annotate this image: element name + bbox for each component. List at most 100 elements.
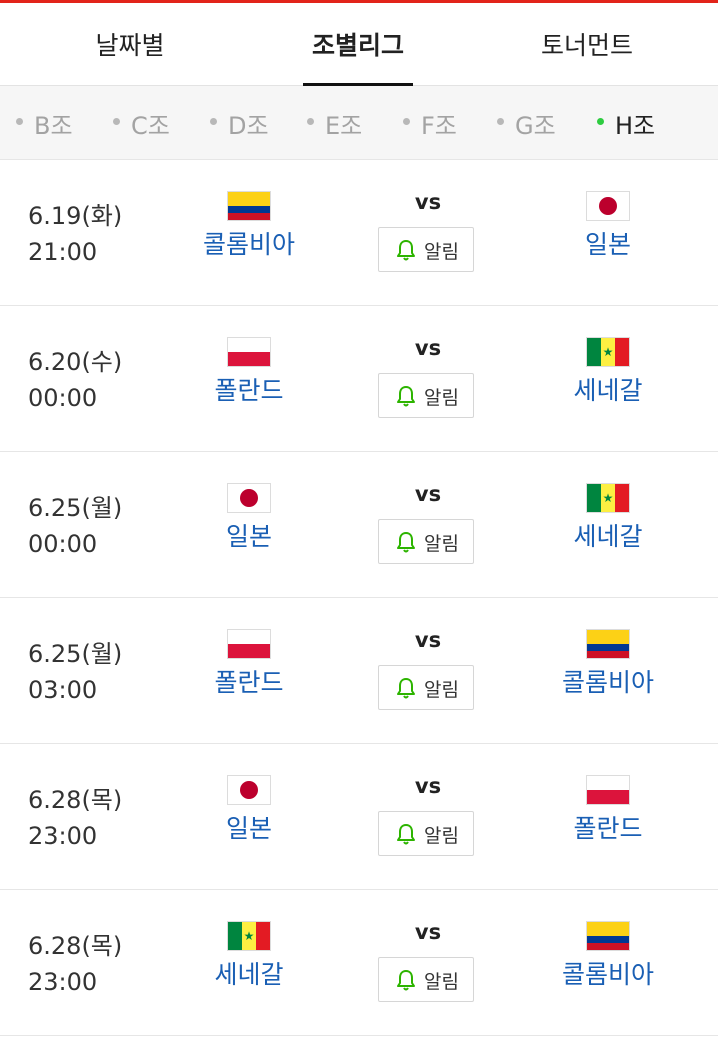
match-date: 6.28(목) [28,786,123,814]
group-b[interactable]: B조 [16,86,73,159]
match-datetime: 6.28(목) 23:00 [28,782,122,854]
dot-icon [210,117,217,125]
bell-icon [397,532,415,553]
bell-icon [397,678,415,699]
match-row: 6.25(월) 00:00 일본 vs 알림 세네갈 [0,452,718,598]
away-team[interactable]: 세네갈 [508,484,708,554]
vs-label: vs [414,482,442,506]
dot-icon [307,117,314,125]
group-label: D조 [228,112,269,140]
match-time: 00:00 [28,530,98,558]
vs-label: vs [414,190,442,214]
vs-label: vs [414,920,442,944]
match-list: 6.19(화) 21:00 콜롬비아 vs 알림 일본 6.20(수) 00:0… [0,160,718,1036]
home-team-name[interactable]: 콜롬비아 [149,228,349,262]
home-team[interactable]: 폴란드 [149,630,349,700]
home-team-name[interactable]: 폴란드 [149,666,349,700]
alarm-button[interactable]: 알림 [378,227,474,272]
match-time: 21:00 [28,238,98,266]
tab-by-date[interactable]: 날짜별 [40,3,220,85]
home-team[interactable]: 일본 [149,776,349,846]
group-label: C조 [131,112,170,140]
vs-label: vs [414,774,442,798]
poland-flag-icon [587,776,629,804]
alarm-label: 알림 [424,241,459,263]
poland-flag-icon [228,338,270,366]
match-date: 6.20(수) [28,348,123,376]
alarm-label: 알림 [424,387,459,409]
dot-icon [16,117,23,125]
vs-label: vs [414,336,442,360]
match-row: 6.28(목) 23:00 일본 vs 알림 폴란드 [0,744,718,890]
away-team-name[interactable]: 콜롬비아 [508,958,708,992]
match-row: 6.28(목) 23:00 세네갈 vs 알림 콜롬비아 [0,890,718,1036]
away-team[interactable]: 콜롬비아 [508,922,708,992]
away-team[interactable]: 콜롬비아 [508,630,708,700]
away-team-name[interactable]: 세네갈 [508,374,708,408]
bell-icon [397,824,415,845]
away-team[interactable]: 세네갈 [508,338,708,408]
alarm-button[interactable]: 알림 [378,519,474,564]
home-team[interactable]: 세네갈 [149,922,349,992]
home-team[interactable]: 일본 [149,484,349,554]
group-label: B조 [34,112,73,140]
view-tabs: 날짜별 조별리그 토너먼트 [0,3,718,86]
match-time: 03:00 [28,676,98,704]
match-date: 6.19(화) [28,202,123,230]
away-team-name[interactable]: 세네갈 [508,520,708,554]
home-team-name[interactable]: 일본 [149,520,349,554]
alarm-button[interactable]: 알림 [378,665,474,710]
vs-label: vs [414,628,442,652]
match-time: 23:00 [28,822,98,850]
bell-icon [397,386,415,407]
group-e[interactable]: E조 [307,86,362,159]
tab-tournament[interactable]: 토너먼트 [497,3,677,85]
match-row: 6.19(화) 21:00 콜롬비아 vs 알림 일본 [0,160,718,306]
japan-flag-icon [587,192,629,220]
dot-icon [403,117,410,125]
match-datetime: 6.20(수) 00:00 [28,344,122,416]
group-g[interactable]: G조 [497,86,556,159]
colombia-flag-icon [228,192,270,220]
group-c[interactable]: C조 [113,86,170,159]
match-row: 6.25(월) 03:00 폴란드 vs 알림 콜롬비아 [0,598,718,744]
group-label: F조 [421,112,457,140]
match-datetime: 6.19(화) 21:00 [28,198,122,270]
alarm-label: 알림 [424,971,459,993]
match-date: 6.25(월) [28,640,123,668]
group-label: G조 [515,112,556,140]
home-team-name[interactable]: 일본 [149,812,349,846]
away-team-name[interactable]: 폴란드 [508,812,708,846]
senegal-flag-icon [587,484,629,512]
match-datetime: 6.25(월) 03:00 [28,636,122,708]
alarm-button[interactable]: 알림 [378,957,474,1002]
group-filter-bar: B조 C조 D조 E조 F조 G조 H조 [0,86,718,160]
alarm-button[interactable]: 알림 [378,373,474,418]
alarm-label: 알림 [424,825,459,847]
colombia-flag-icon [587,922,629,950]
home-team[interactable]: 폴란드 [149,338,349,408]
home-team-name[interactable]: 세네갈 [149,958,349,992]
match-date: 6.25(월) [28,494,123,522]
japan-flag-icon [228,776,270,804]
alarm-label: 알림 [424,533,459,555]
match-datetime: 6.28(목) 23:00 [28,928,122,1000]
away-team-name[interactable]: 일본 [508,228,708,262]
dot-icon [497,117,504,125]
dot-icon [597,117,604,125]
home-team-name[interactable]: 폴란드 [149,374,349,408]
alarm-button[interactable]: 알림 [378,811,474,856]
alarm-label: 알림 [424,679,459,701]
bell-icon [397,970,415,991]
tab-group-league[interactable]: 조별리그 [268,3,448,85]
away-team[interactable]: 일본 [508,192,708,262]
dot-icon [113,117,120,125]
group-h[interactable]: H조 [597,86,655,159]
bell-icon [397,240,415,261]
away-team[interactable]: 폴란드 [508,776,708,846]
group-f[interactable]: F조 [403,86,457,159]
away-team-name[interactable]: 콜롬비아 [508,666,708,700]
group-d[interactable]: D조 [210,86,269,159]
home-team[interactable]: 콜롬비아 [149,192,349,262]
group-label: H조 [615,112,656,140]
